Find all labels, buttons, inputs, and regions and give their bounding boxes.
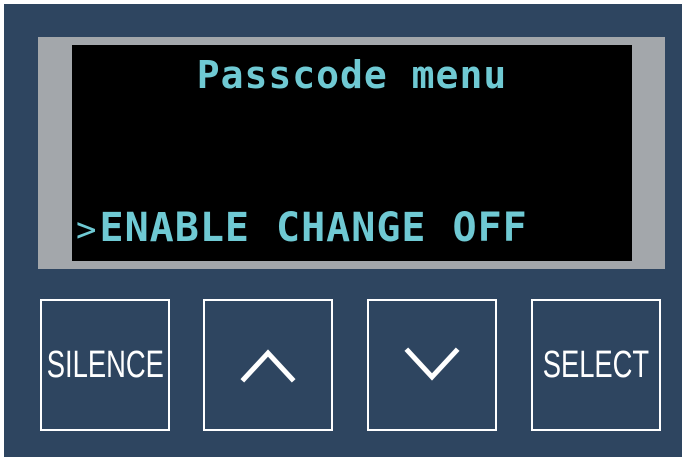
menu-option-change: CHANGE	[275, 205, 427, 251]
select-button-label: SELECT	[542, 343, 650, 386]
menu-options: >ENABLE CHANGE OFF	[76, 205, 528, 251]
menu-title: Passcode menu	[196, 53, 508, 97]
down-button[interactable]	[367, 299, 497, 431]
chevron-down-icon	[402, 345, 462, 385]
chevron-up-icon	[238, 345, 298, 385]
control-panel: Passcode menu >ENABLE CHANGE OFF SILENCE S…	[4, 4, 682, 457]
select-button[interactable]: SELECT	[531, 299, 661, 431]
menu-option-enable: ENABLE	[99, 205, 250, 251]
silence-button-label: SILENCE	[46, 343, 164, 386]
lcd-screen: Passcode menu >ENABLE CHANGE OFF	[72, 45, 632, 261]
menu-option-off: OFF	[452, 205, 528, 251]
silence-button[interactable]: SILENCE	[40, 299, 170, 431]
lcd-bezel: Passcode menu >ENABLE CHANGE OFF	[38, 37, 665, 269]
selection-cursor: >	[76, 210, 98, 250]
up-button[interactable]	[203, 299, 333, 431]
